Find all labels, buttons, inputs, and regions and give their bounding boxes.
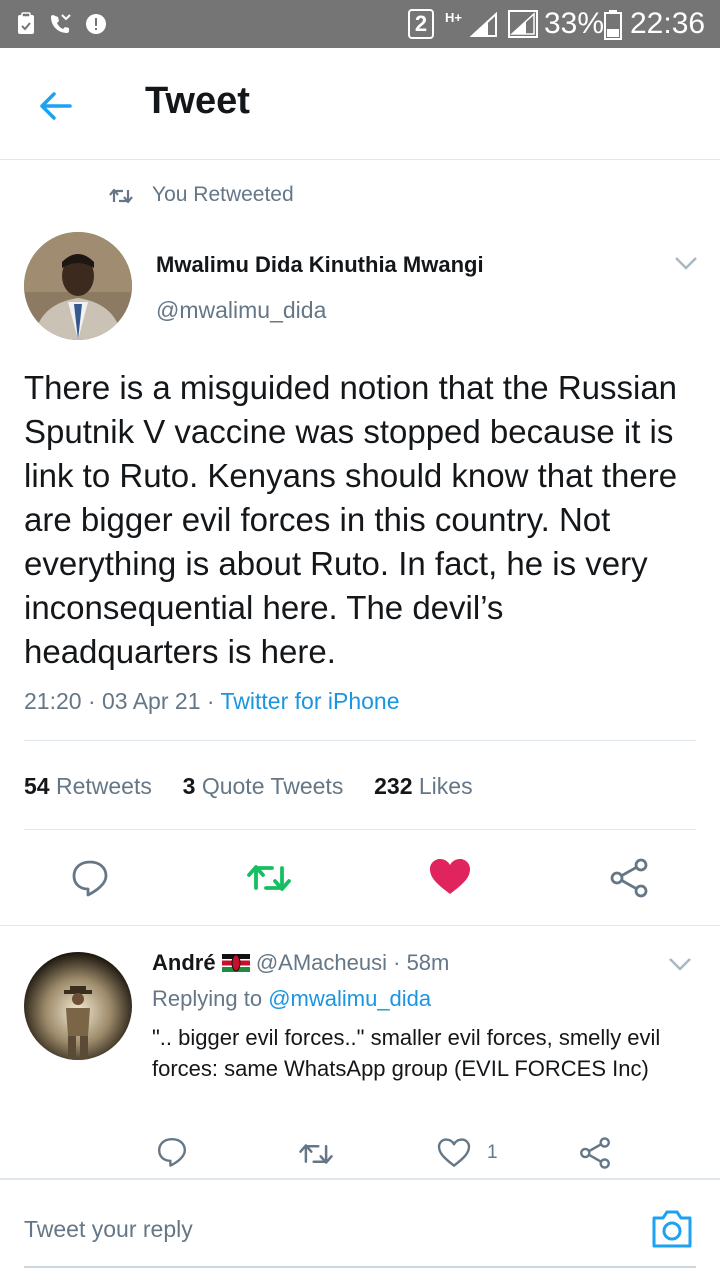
reply-author-handle[interactable]: @AMacheusi bbox=[256, 950, 387, 975]
signal-strength-sim2-icon bbox=[508, 10, 538, 38]
divider bbox=[0, 925, 720, 926]
battery-icon bbox=[604, 10, 622, 40]
reply-share-icon[interactable] bbox=[578, 1136, 612, 1170]
reply-age: 58m bbox=[406, 950, 450, 975]
missed-call-icon bbox=[51, 14, 71, 33]
kenya-flag-icon bbox=[221, 954, 250, 972]
network-type-label: H+ bbox=[445, 10, 462, 25]
signal-strength-icon bbox=[470, 12, 497, 37]
tweet-date: 03 Apr 21 bbox=[102, 688, 201, 714]
status-bar: 2 H+ 33% 22:36 bbox=[0, 0, 720, 48]
heart-icon[interactable] bbox=[429, 858, 471, 896]
reply-input-underline bbox=[24, 1266, 696, 1268]
battery-percent: 33% bbox=[544, 7, 605, 40]
camera-icon[interactable] bbox=[650, 1208, 694, 1250]
chevron-down-icon[interactable] bbox=[674, 255, 698, 271]
reply-input[interactable]: Tweet your reply bbox=[24, 1216, 193, 1243]
likes-count: 232 bbox=[374, 773, 413, 799]
reply-author-avatar[interactable] bbox=[24, 952, 132, 1060]
replying-to: Replying to @mwalimu_dida bbox=[152, 986, 431, 1012]
reply-icon[interactable] bbox=[70, 858, 110, 898]
divider bbox=[24, 829, 696, 830]
author-name[interactable]: Mwalimu Dida Kinuthia Mwangi bbox=[156, 252, 484, 278]
retweet-context-label: You Retweeted bbox=[152, 183, 294, 206]
retweets-label: Retweets bbox=[55, 773, 152, 799]
notification-alert-icon bbox=[86, 14, 106, 34]
retweet-context-icon bbox=[109, 188, 133, 204]
back-arrow-icon[interactable] bbox=[36, 86, 76, 126]
reply-header: André @AMacheusi · 58m bbox=[152, 950, 449, 976]
share-icon[interactable] bbox=[608, 858, 650, 898]
reply-retweet-icon[interactable] bbox=[298, 1140, 334, 1168]
clock: 22:36 bbox=[630, 7, 706, 40]
tweet-meta: 21:20 · 03 Apr 21 · Twitter for iPhone bbox=[24, 688, 400, 715]
clipboard-icon bbox=[18, 12, 34, 34]
tweet-source-link[interactable]: Twitter for iPhone bbox=[221, 688, 400, 714]
quotes-count: 3 bbox=[182, 773, 196, 799]
likes-stat[interactable]: 232 Likes bbox=[374, 773, 472, 799]
meta-separator: · bbox=[206, 688, 215, 714]
reply-text: ".. bigger evil forces.." smaller evil f… bbox=[152, 1025, 661, 1081]
quotes-label: Quote Tweets bbox=[201, 773, 344, 799]
retweets-stat[interactable]: 54 Retweets bbox=[24, 773, 152, 799]
reply-separator: · bbox=[393, 950, 401, 975]
app-header bbox=[0, 48, 720, 160]
tweet-time: 21:20 bbox=[24, 688, 82, 714]
tweet-stats: 54 Retweets 3 Quote Tweets 232 Likes bbox=[24, 773, 473, 800]
quote-tweets-stat[interactable]: 3 Quote Tweets bbox=[183, 773, 344, 799]
reply-author-name[interactable]: André bbox=[152, 950, 216, 975]
reply-reply-icon[interactable] bbox=[156, 1136, 188, 1168]
reply-like-count: 1 bbox=[487, 1142, 498, 1163]
reply-heart-icon[interactable] bbox=[437, 1138, 471, 1168]
author-avatar[interactable] bbox=[24, 232, 132, 340]
sim-slot-badge: 2 bbox=[408, 9, 434, 39]
divider bbox=[24, 740, 696, 741]
reply-chevron-down-icon[interactable] bbox=[668, 956, 692, 972]
likes-label: Likes bbox=[418, 773, 473, 799]
retweets-count: 54 bbox=[24, 773, 50, 799]
replying-to-label: Replying to bbox=[152, 986, 263, 1011]
page-title: Tweet bbox=[145, 80, 250, 122]
meta-separator: · bbox=[87, 688, 96, 714]
author-handle[interactable]: @mwalimu_dida bbox=[156, 297, 326, 324]
retweet-icon[interactable] bbox=[246, 860, 292, 896]
tweet-text: There is a misguided notion that the Rus… bbox=[24, 369, 678, 670]
replying-to-handle[interactable]: @mwalimu_dida bbox=[268, 986, 431, 1011]
